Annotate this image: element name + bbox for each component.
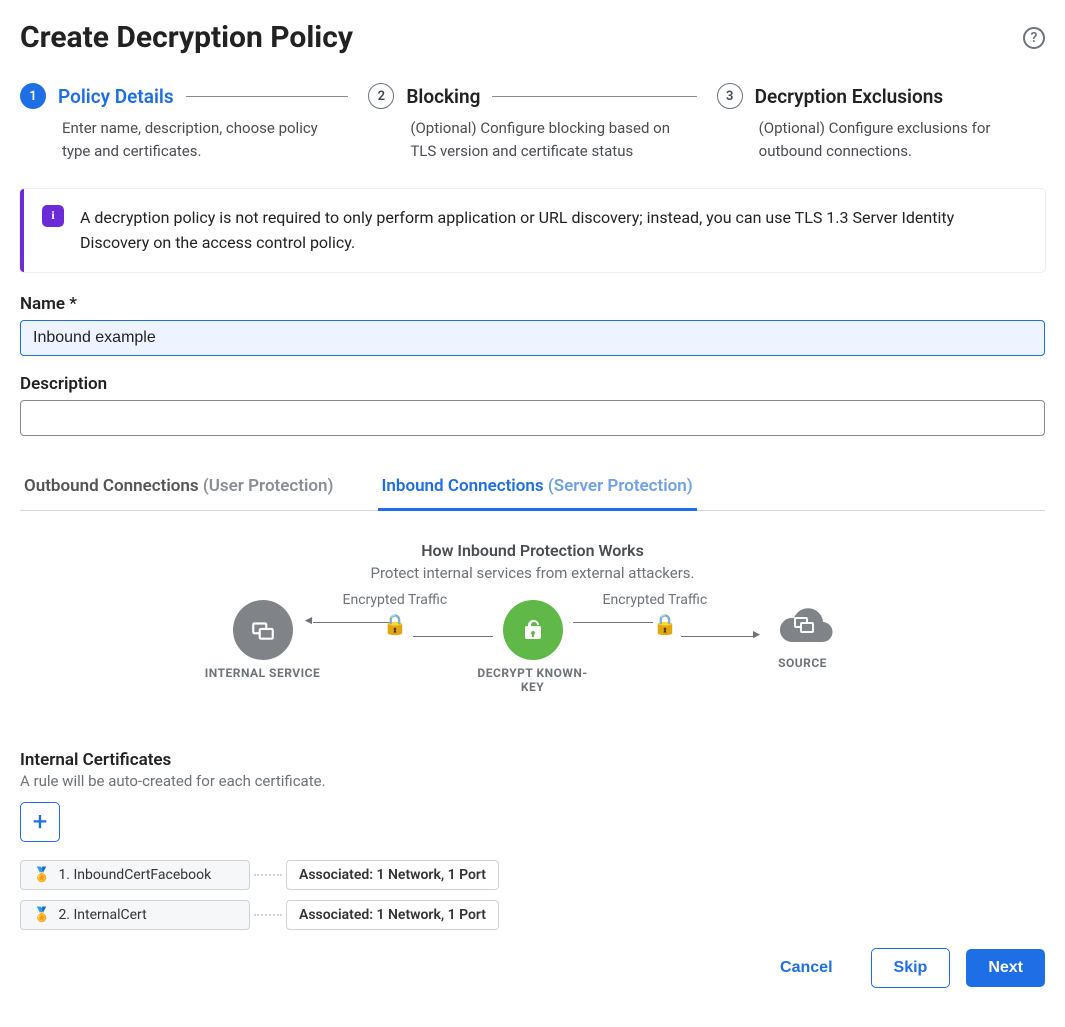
name-label: Name *	[20, 294, 1045, 314]
help-icon[interactable]: ?	[1023, 27, 1045, 49]
certificate-name: 2. InternalCert	[58, 907, 146, 923]
inbound-diagram: Encrypted Traffic Encrypted Traffic INTE…	[213, 600, 853, 710]
step-2-desc: (Optional) Configure blocking based on T…	[368, 117, 696, 164]
tab-inbound-sublabel: (Server Protection)	[548, 476, 693, 496]
internal-certificates-title: Internal Certificates	[20, 750, 1045, 770]
lock-icon-right: 🔒	[653, 612, 678, 636]
source-icon	[768, 600, 838, 650]
tab-inbound[interactable]: Inbound Connections (Server Protection)	[378, 466, 697, 511]
connection-tabs: Outbound Connections (User Protection) I…	[20, 466, 1045, 511]
certificate-row: 🏅 2. InternalCert Associated: 1 Network,…	[20, 900, 1045, 930]
tab-outbound-sublabel: (User Protection)	[203, 476, 334, 496]
step-3-title[interactable]: Decryption Exclusions	[755, 85, 943, 108]
certificate-badge-icon: 🏅	[33, 907, 50, 923]
tab-inbound-label: Inbound Connections	[382, 476, 544, 496]
certificate-association[interactable]: Associated: 1 Network, 1 Port	[286, 900, 499, 930]
decrypt-label: DECRYPT KNOWN-KEY	[473, 666, 593, 694]
encrypted-right-label: Encrypted Traffic	[603, 592, 708, 608]
description-label: Description	[20, 374, 1045, 394]
how-title: How Inbound Protection Works	[20, 541, 1045, 560]
lock-icon-left: 🔒	[383, 612, 408, 636]
certificate-chip[interactable]: 🏅 1. InboundCertFacebook	[20, 860, 250, 890]
add-certificate-button[interactable]: +	[20, 802, 60, 842]
internal-service-icon	[233, 600, 293, 660]
certificate-name: 1. InboundCertFacebook	[58, 867, 211, 883]
encrypted-left-label: Encrypted Traffic	[343, 592, 448, 608]
source-label: SOURCE	[753, 656, 853, 670]
description-input[interactable]	[20, 400, 1045, 436]
page-title: Create Decryption Policy	[20, 20, 353, 55]
certificate-chip[interactable]: 🏅 2. InternalCert	[20, 900, 250, 930]
internal-certificates-subtitle: A rule will be auto-created for each cer…	[20, 772, 1045, 790]
certificate-badge-icon: 🏅	[33, 867, 50, 883]
step-1-desc: Enter name, description, choose policy t…	[20, 117, 348, 164]
step-1-number: 1	[20, 83, 46, 109]
internal-service-label: INTERNAL SERVICE	[203, 666, 323, 680]
step-3-number: 3	[717, 83, 743, 109]
cancel-button[interactable]: Cancel	[758, 949, 854, 987]
skip-button[interactable]: Skip	[871, 948, 951, 988]
info-text: A decryption policy is not required to o…	[80, 205, 1027, 256]
tab-outbound[interactable]: Outbound Connections (User Protection)	[20, 466, 338, 510]
name-input[interactable]	[20, 320, 1045, 356]
wizard-steps: 1 Policy Details Enter name, description…	[20, 83, 1045, 164]
step-2-title[interactable]: Blocking	[406, 85, 480, 108]
step-3-desc: (Optional) Configure exclusions for outb…	[717, 117, 1045, 164]
how-subtitle: Protect internal services from external …	[20, 564, 1045, 582]
next-button[interactable]: Next	[966, 949, 1045, 987]
certificate-association[interactable]: Associated: 1 Network, 1 Port	[286, 860, 499, 890]
decrypt-icon	[503, 600, 563, 660]
info-icon: i	[42, 205, 64, 227]
certificate-row: 🏅 1. InboundCertFacebook Associated: 1 N…	[20, 860, 1045, 890]
step-2-number: 2	[368, 83, 394, 109]
info-alert: i A decryption policy is not required to…	[20, 189, 1045, 272]
step-1-title[interactable]: Policy Details	[58, 85, 174, 108]
tab-outbound-label: Outbound Connections	[24, 476, 199, 496]
